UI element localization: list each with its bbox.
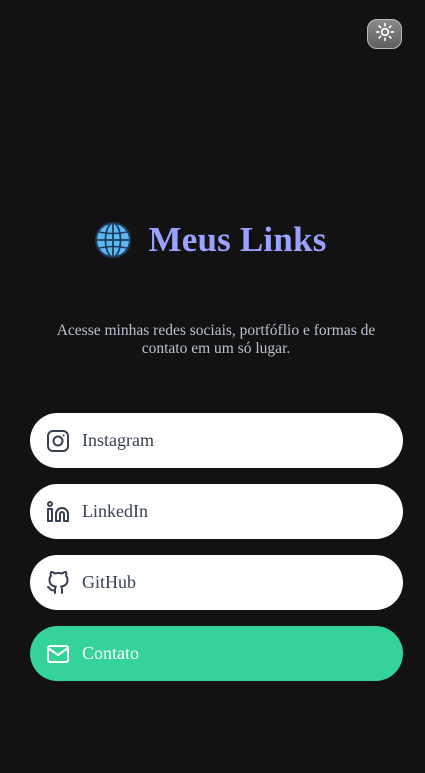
theme-toggle-button[interactable] (367, 19, 402, 49)
github-link-label: GitHub (82, 572, 136, 592)
linkedin-link-label: LinkedIn (82, 501, 148, 521)
mail-icon (46, 642, 70, 666)
github-icon (46, 570, 70, 595)
instagram-link-label: Instagram (82, 430, 154, 450)
github-link[interactable]: GitHub (30, 555, 403, 610)
page-header: Meus Links (0, 215, 425, 265)
linkedin-link[interactable]: LinkedIn (30, 484, 403, 539)
instagram-icon (46, 429, 70, 453)
page-title: Meus Links (148, 220, 327, 259)
page-subtitle: Acesse minhas redes sociais, portfóflio … (56, 322, 376, 357)
linkedin-icon (46, 500, 70, 524)
globe-icon (94, 221, 132, 259)
contact-link-label: Contato (82, 643, 139, 663)
instagram-link[interactable]: Instagram (30, 413, 403, 468)
sun-icon (375, 22, 395, 47)
contact-link[interactable]: Contato (30, 626, 403, 681)
